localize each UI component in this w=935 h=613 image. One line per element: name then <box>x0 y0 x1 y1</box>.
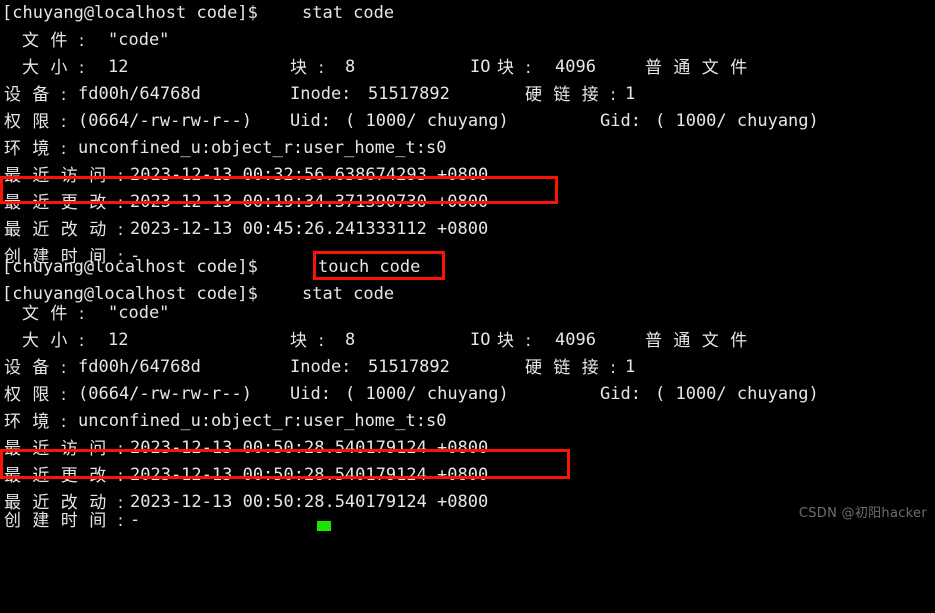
label-uid-2: Uid: <box>290 384 331 404</box>
value-permissions: (0664/-rw-rw-r--) <box>78 111 252 131</box>
label-modify-2: 最 近 更 改 : <box>4 466 127 486</box>
stat2-birth-line: 创 建 时 间 : - <box>0 505 935 532</box>
value-file-type: 普 通 文 件 <box>645 58 751 78</box>
stat2-file-line: 文 件 : "code" <box>0 300 935 327</box>
label-gid: Gid: <box>600 111 641 131</box>
command-text-stat-1: stat code <box>302 3 395 23</box>
stat1-modify-line: 最 近 更 改 : 2023-12-13 00:19:34.371390730 … <box>0 189 935 216</box>
label-uid: Uid: <box>290 111 331 131</box>
stat1-file-line: 文 件 : "code" <box>0 27 935 54</box>
value-change: 2023-12-13 00:45:26.241333112 +0800 <box>130 219 489 239</box>
value-file-2: "code" <box>108 303 170 323</box>
label-gid-2: Gid: <box>600 384 641 404</box>
terminal-cursor <box>317 521 331 531</box>
value-io-block-2: 4096 <box>555 330 596 350</box>
stat2-modify-line: 最 近 更 改 : 2023-12-13 00:50:28.540179124 … <box>0 462 935 489</box>
value-context-2: unconfined_u:object_r:user_home_t:s0 <box>78 411 447 431</box>
value-modify-2: 2023-12-13 00:50:28.540179124 +0800 <box>130 465 489 485</box>
label-change: 最 近 改 动 : <box>4 220 127 240</box>
label-links: 硬 链 接 : <box>525 85 619 105</box>
value-access-2: 2023-12-13 00:50:28.540179124 +0800 <box>130 438 489 458</box>
stat1-permissions-line: 权 限 : (0664/-rw-rw-r--) Uid: ( 1000/ chu… <box>0 108 935 135</box>
value-size-2: 12 <box>108 330 129 350</box>
label-io-block-prefix: IO <box>470 57 491 77</box>
label-io-block: 块 : <box>497 58 535 78</box>
command-line-touch: [chuyang@localhost code]$ touch code <box>0 254 935 281</box>
label-blocks: 块 : <box>290 58 328 78</box>
shell-prompt: [chuyang@localhost code]$ <box>2 3 258 23</box>
label-modify: 最 近 更 改 : <box>4 193 127 213</box>
stat1-change-line: 最 近 改 动 : 2023-12-13 00:45:26.241333112 … <box>0 216 935 243</box>
label-permissions-2: 权 限 : <box>4 385 70 405</box>
value-access: 2023-12-13 00:32:56.638674293 +0800 <box>130 165 489 185</box>
csdn-watermark: CSDN @初阳hacker <box>798 506 927 521</box>
label-size-2: 大 小 : <box>22 331 88 351</box>
value-inode-2: 51517892 <box>368 357 450 377</box>
label-permissions: 权 限 : <box>4 112 70 132</box>
label-file-2: 文 件 : <box>22 304 88 324</box>
stat2-permissions-line: 权 限 : (0664/-rw-rw-r--) Uid: ( 1000/ chu… <box>0 381 935 408</box>
value-inode: 51517892 <box>368 84 450 104</box>
stat2-access-line: 最 近 访 问 : 2023-12-13 00:50:28.540179124 … <box>0 435 935 462</box>
label-file: 文 件 : <box>22 31 88 51</box>
label-size: 大 小 : <box>22 58 88 78</box>
label-access-2: 最 近 访 问 : <box>4 439 127 459</box>
value-gid-2: ( 1000/ chuyang) <box>655 384 819 404</box>
label-io-block-prefix-2: IO <box>470 330 491 350</box>
value-context: unconfined_u:object_r:user_home_t:s0 <box>78 138 447 158</box>
stat1-device-line: 设 备 : fd00h/64768d Inode: 51517892 硬 链 接… <box>0 81 935 108</box>
stat2-size-line: 大 小 : 12 块 : 8 IO 块 : 4096 普 通 文 件 <box>0 327 935 354</box>
stat2-context-line: 环 境 : unconfined_u:object_r:user_home_t:… <box>0 408 935 435</box>
stat1-access-line: 最 近 访 问 : 2023-12-13 00:32:56.638674293 … <box>0 162 935 189</box>
label-inode-2: Inode: <box>290 357 352 377</box>
label-links-2: 硬 链 接 : <box>525 358 619 378</box>
value-modify: 2023-12-13 00:19:34.371390730 +0800 <box>130 192 489 212</box>
command-line-stat-1: [chuyang@localhost code]$ stat code <box>0 0 935 27</box>
value-gid: ( 1000/ chuyang) <box>655 111 819 131</box>
shell-prompt-touch: [chuyang@localhost code]$ <box>2 257 258 277</box>
label-device: 设 备 : <box>4 85 70 105</box>
value-permissions-2: (0664/-rw-rw-r--) <box>78 384 252 404</box>
stat1-size-line: 大 小 : 12 块 : 8 IO 块 : 4096 普 通 文 件 <box>0 54 935 81</box>
value-size: 12 <box>108 57 129 77</box>
value-device-2: fd00h/64768d <box>78 357 201 377</box>
value-file-type-2: 普 通 文 件 <box>645 331 751 351</box>
label-inode: Inode: <box>290 84 352 104</box>
value-uid-2: ( 1000/ chuyang) <box>345 384 509 404</box>
value-links-2: 1 <box>625 357 636 377</box>
label-blocks-2: 块 : <box>290 331 328 351</box>
value-birth-2: - <box>130 510 141 530</box>
label-io-block-2: 块 : <box>497 331 535 351</box>
value-uid: ( 1000/ chuyang) <box>345 111 509 131</box>
stat1-context-line: 环 境 : unconfined_u:object_r:user_home_t:… <box>0 135 935 162</box>
terminal-window[interactable]: [chuyang@localhost code]$ stat code 文 件 … <box>0 0 935 531</box>
value-links: 1 <box>625 84 636 104</box>
label-context: 环 境 : <box>4 139 70 159</box>
label-access: 最 近 访 问 : <box>4 166 127 186</box>
value-device: fd00h/64768d <box>78 84 201 104</box>
label-device-2: 设 备 : <box>4 358 70 378</box>
stat2-device-line: 设 备 : fd00h/64768d Inode: 51517892 硬 链 接… <box>0 354 935 381</box>
value-blocks: 8 <box>345 57 356 77</box>
command-text-touch: touch code <box>318 257 421 277</box>
label-context-2: 环 境 : <box>4 412 70 432</box>
value-blocks-2: 8 <box>345 330 356 350</box>
value-file: "code" <box>108 30 170 50</box>
value-io-block: 4096 <box>555 57 596 77</box>
